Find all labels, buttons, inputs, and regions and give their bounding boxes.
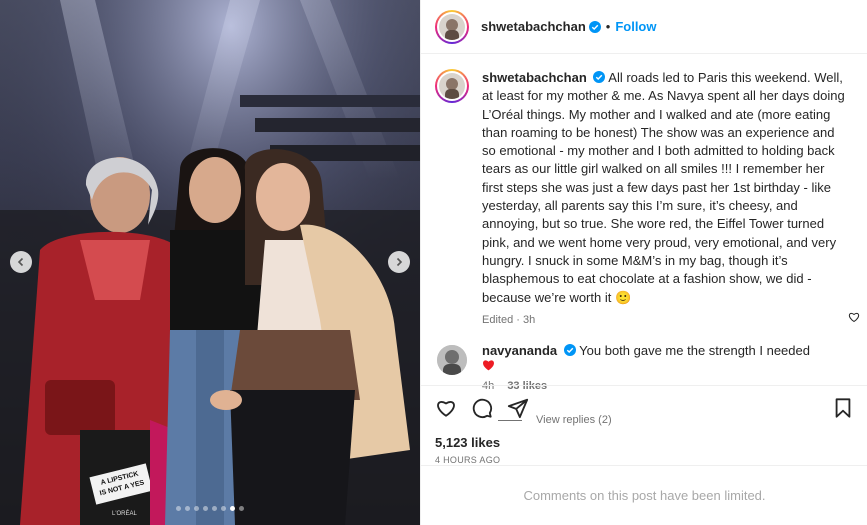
comment-text: You both gave me the strength I needed — [579, 343, 810, 359]
chevron-left-icon — [17, 257, 24, 267]
bookmark-icon[interactable] — [832, 397, 854, 419]
heart-icon[interactable] — [435, 397, 457, 419]
smile-emoji-icon: 🙂 — [614, 289, 632, 305]
carousel-dot — [239, 506, 244, 511]
post-details-panel: shwetabachchan • Follow shwetabachchan A… — [420, 0, 867, 525]
verified-badge-icon — [593, 71, 606, 83]
post-header: shwetabachchan • Follow — [421, 0, 867, 54]
follow-button[interactable]: Follow — [615, 19, 656, 34]
caption-meta: Edited · 3h — [482, 311, 848, 329]
next-photo-button[interactable] — [388, 251, 410, 273]
avatar-photo-icon — [445, 18, 459, 40]
chevron-right-icon — [396, 257, 403, 267]
carousel-dot — [203, 506, 208, 511]
edited-dot: · — [516, 313, 520, 326]
avatar-photo-icon — [445, 78, 459, 99]
carousel-dot — [185, 506, 190, 511]
post-timestamp: 4 HOURS AGO — [435, 455, 501, 465]
red-heart-icon — [483, 360, 494, 371]
carousel-dot — [176, 506, 181, 511]
caption-avatar[interactable] — [435, 69, 469, 103]
bag-brand: L'ORÉAL — [112, 510, 137, 517]
verified-badge-icon — [588, 20, 601, 33]
carousel-dot — [212, 506, 217, 511]
commenter-avatar[interactable] — [437, 345, 467, 376]
photo-scene: A LIPSTICK IS NOT A YES L'ORÉAL — [0, 0, 420, 525]
action-bar: 5,123 likes 4 HOURS AGO — [421, 385, 867, 465]
caption-username[interactable]: shwetabachchan — [482, 70, 587, 85]
caption: shwetabachchan All roads led to Paris th… — [435, 69, 854, 329]
share-icon[interactable] — [507, 397, 529, 419]
commenter-username[interactable]: navyananda — [482, 343, 557, 358]
comment-icon[interactable] — [471, 397, 493, 419]
carousel-dot — [194, 506, 199, 511]
likes-count[interactable]: 5,123 likes — [435, 435, 854, 450]
comments-limited-notice: Comments on this post have been limited. — [421, 465, 867, 525]
carousel-dot — [230, 506, 235, 511]
verified-badge-icon — [563, 344, 576, 357]
comment-like-heart-icon[interactable] — [848, 311, 860, 323]
edited-label: Edited — [482, 313, 514, 326]
author-avatar[interactable] — [435, 9, 469, 44]
edited-time: 3h — [523, 313, 536, 326]
previous-photo-button[interactable] — [10, 251, 32, 273]
caption-text: All roads led to Paris this weekend. Wel… — [482, 70, 845, 305]
post-photo[interactable]: A LIPSTICK IS NOT A YES L'ORÉAL — [0, 0, 420, 525]
header-separator: • — [605, 19, 611, 34]
author-username[interactable]: shwetabachchan — [481, 19, 586, 34]
comments-section: shwetabachchan All roads led to Paris th… — [421, 55, 867, 426]
carousel-dot — [221, 506, 226, 511]
carousel-indicator — [0, 506, 420, 511]
avatar-photo-icon — [437, 345, 467, 376]
